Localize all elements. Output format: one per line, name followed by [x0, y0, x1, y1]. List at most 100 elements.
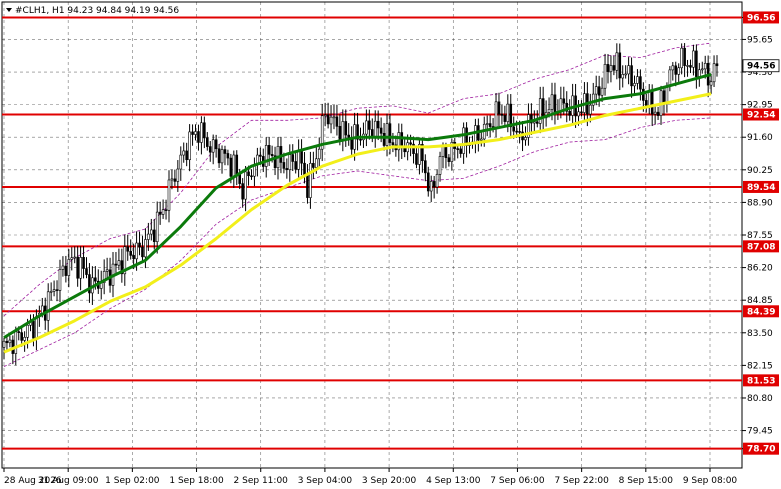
candle-body: [509, 103, 513, 128]
candle-body: [323, 114, 327, 117]
candle-body: [132, 255, 135, 260]
candle-body: [535, 121, 539, 124]
level-price-label: 96.56: [747, 13, 775, 23]
candle-body: [141, 246, 144, 258]
candle-body: [23, 336, 26, 341]
candle-body: [294, 161, 297, 170]
candle-body: [515, 130, 518, 133]
candle-body: [244, 171, 247, 200]
level-price-label: 81.53: [747, 376, 775, 386]
candle-body: [503, 115, 507, 122]
candle-body: [229, 157, 233, 177]
candle-body: [365, 120, 368, 135]
candle-body: [671, 65, 675, 71]
candle-body: [205, 137, 209, 147]
candle-body: [332, 116, 336, 119]
candle-body: [692, 50, 695, 68]
y-tick-label: 88.90: [747, 198, 773, 208]
candle-body: [382, 133, 386, 146]
candle-body: [94, 277, 97, 282]
candle-body: [194, 131, 197, 135]
title-group: #CLH1, H1 94.23 94.84 94.19 94.56: [6, 6, 179, 16]
candle-body: [85, 268, 88, 275]
candle-body: [144, 239, 147, 258]
candle-body: [223, 149, 227, 154]
x-tick-label: 4 Sep 13:00: [426, 476, 481, 486]
candle-body: [506, 103, 510, 122]
candle-body: [385, 123, 389, 146]
candle-body: [247, 171, 250, 177]
candle-body: [315, 158, 318, 168]
candle-body: [674, 65, 678, 75]
x-tick-label: 3 Sep 20:00: [362, 476, 417, 486]
candle-body: [182, 150, 186, 156]
level-price-label: 87.08: [747, 242, 775, 252]
candle-body: [441, 146, 445, 157]
candle-body: [368, 120, 371, 130]
candle-body: [650, 89, 654, 115]
candle-body: [459, 148, 462, 154]
candle-body: [114, 263, 118, 266]
candle-body: [700, 68, 704, 71]
candle-body: [624, 73, 627, 76]
candle-body: [67, 259, 71, 276]
candle-body: [158, 211, 162, 215]
candle-body: [424, 160, 427, 174]
chart-svg: 95.6594.3092.9591.6090.2588.9087.5586.20…: [1, 1, 780, 486]
candle-body: [432, 181, 436, 188]
candle-body: [621, 74, 625, 79]
candle-body: [488, 123, 492, 127]
candle-body: [429, 181, 433, 192]
candle-body: [2, 340, 6, 348]
candle-body: [176, 168, 180, 182]
candle-body: [715, 63, 719, 67]
candle-body: [46, 291, 50, 321]
x-axis: 28 Aug 202631 Aug 09:00 1 Sep 02:00 1 Sep …: [3, 468, 737, 486]
candle-body: [485, 123, 489, 125]
candle-body: [497, 101, 501, 115]
candle-body: [359, 138, 362, 141]
candle-body: [653, 111, 657, 115]
y-tick-label: 80.80: [747, 394, 773, 404]
y-tick-label: 87.55: [747, 231, 773, 241]
candle-body: [285, 168, 289, 171]
candle-body: [462, 127, 465, 154]
candle-body: [61, 265, 65, 270]
candle-body: [512, 126, 516, 132]
x-tick-label: 31 Aug 09:00: [38, 476, 99, 486]
y-tick-label: 83.50: [747, 329, 773, 339]
y-tick-label: 90.25: [747, 166, 773, 176]
candle-body: [220, 149, 224, 164]
candle-body: [58, 269, 62, 291]
candle-body: [64, 265, 68, 276]
candle-body: [444, 146, 448, 159]
candle-body: [300, 149, 303, 164]
candle-body: [226, 153, 230, 159]
x-tick-label: 7 Sep 06:00: [490, 476, 545, 486]
level-price-label: 84.39: [747, 307, 775, 317]
candle-body: [32, 320, 35, 339]
candle-body: [49, 290, 53, 293]
current-price-label: 94.56: [747, 62, 775, 72]
candle-body: [553, 94, 557, 114]
candle-body: [341, 121, 345, 141]
candle-body: [197, 131, 200, 143]
candle-body: [409, 142, 412, 145]
candle-body: [415, 153, 418, 165]
candle-body: [547, 109, 551, 113]
candle-body: [630, 65, 633, 87]
candle-body: [241, 183, 244, 200]
candle-body: [135, 242, 138, 260]
candle-body: [533, 121, 536, 124]
candle-body: [618, 52, 622, 79]
candle-body: [297, 149, 300, 170]
candle-body: [179, 154, 183, 170]
candle-body: [403, 147, 406, 153]
candle-body: [335, 116, 339, 127]
candle-body: [55, 289, 59, 291]
candle-body: [639, 76, 642, 90]
candle-body: [524, 137, 527, 141]
candle-body: [282, 162, 286, 169]
candle-body: [138, 242, 141, 248]
candle-body: [312, 163, 315, 168]
